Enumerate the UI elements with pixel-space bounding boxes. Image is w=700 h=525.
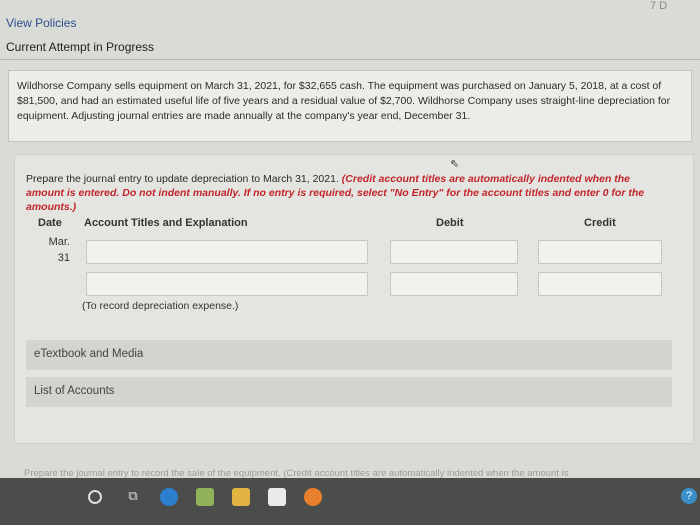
problem-text: Wildhorse Company sells equipment on Mar…: [17, 80, 671, 122]
task-view-icon[interactable]: ⧉: [124, 488, 142, 506]
col-header-date: Date: [38, 217, 62, 229]
credit-input-row1[interactable]: [538, 240, 662, 264]
credit-input-row2[interactable]: [538, 272, 662, 296]
corner-number: 7 D: [650, 0, 668, 12]
date-month: Mar.: [48, 236, 70, 248]
store-icon[interactable]: [268, 488, 286, 506]
account-input-row2[interactable]: [86, 272, 368, 296]
edge-browser-icon[interactable]: [160, 488, 178, 506]
col-header-account: Account Titles and Explanation: [84, 217, 248, 229]
account-input-row1[interactable]: [86, 240, 368, 264]
header-divider: [0, 59, 700, 60]
list-of-accounts-link[interactable]: List of Accounts: [26, 377, 672, 407]
problem-statement: Wildhorse Company sells equipment on Mar…: [8, 70, 692, 142]
file-explorer-icon[interactable]: [232, 488, 250, 506]
debit-input-row1[interactable]: [390, 240, 518, 264]
search-icon[interactable]: [88, 490, 102, 504]
entry-note: (To record depreciation expense.): [82, 300, 239, 312]
debit-input-row2[interactable]: [390, 272, 518, 296]
col-header-credit: Credit: [584, 217, 616, 229]
etextbook-link[interactable]: eTextbook and Media: [26, 340, 672, 370]
col-header-debit: Debit: [436, 217, 464, 229]
mouse-cursor-icon: ⇖: [450, 158, 460, 170]
app-icon[interactable]: [304, 488, 322, 506]
help-icon[interactable]: ?: [681, 488, 697, 504]
view-policies-link[interactable]: View Policies: [6, 16, 76, 30]
photos-icon[interactable]: [196, 488, 214, 506]
current-attempt-label: Current Attempt in Progress: [6, 40, 155, 54]
date-day: 31: [57, 252, 70, 264]
question-prompt: Prepare the journal entry to update depr…: [26, 173, 339, 185]
question-instructions: Prepare the journal entry to update depr…: [26, 172, 666, 214]
taskbar: [0, 478, 700, 525]
